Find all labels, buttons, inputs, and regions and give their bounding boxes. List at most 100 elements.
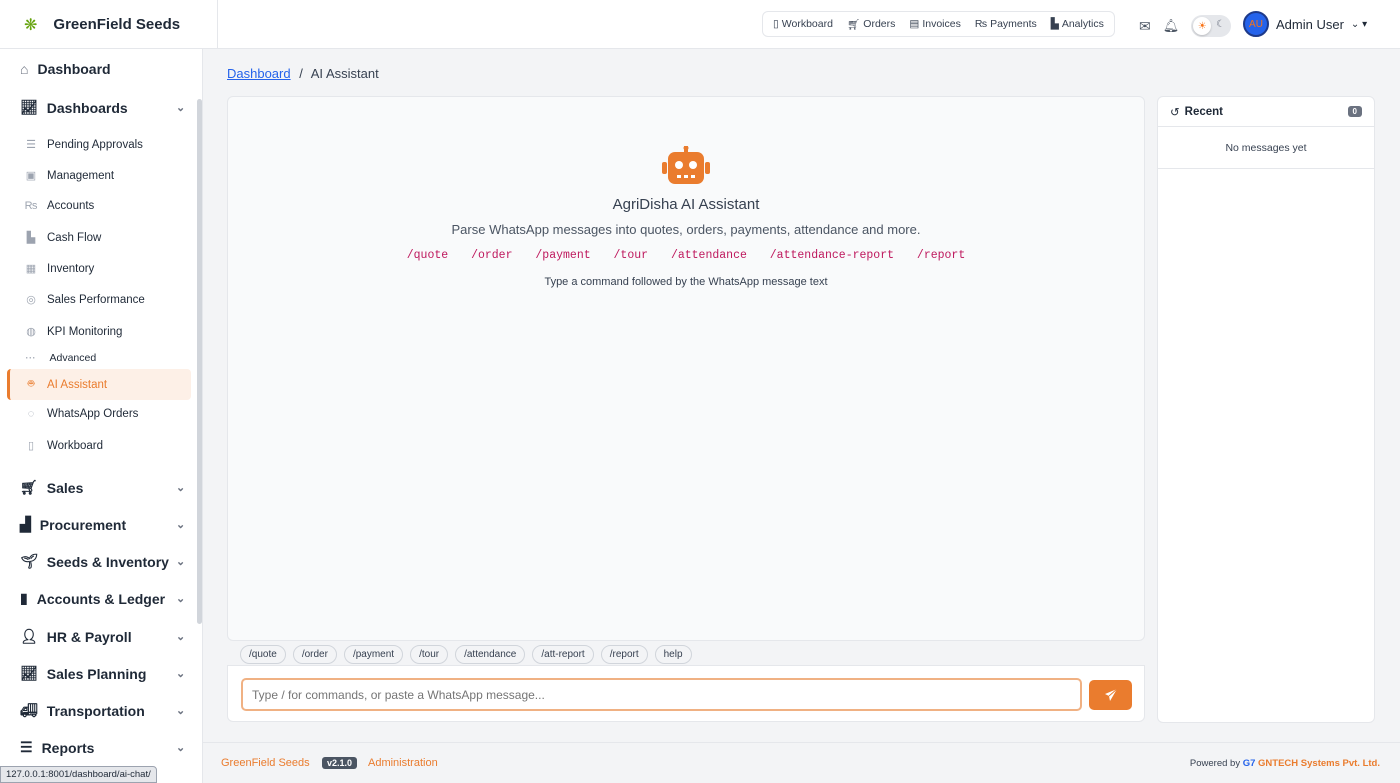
- sidebar-item-kpi-monitoring[interactable]: ◍ KPI Monitoring: [24, 325, 123, 339]
- chip-report[interactable]: /report: [600, 645, 648, 664]
- bell-icon[interactable]: 🔔︎: [1163, 18, 1180, 34]
- chip-order[interactable]: /order: [292, 645, 337, 664]
- sidebar-group-seeds-inventory[interactable]: 🌱︎ Seeds & Inventory ⌄: [20, 553, 185, 570]
- chevron-down-icon: ⌄: [176, 556, 186, 568]
- command-attendance: /attendance: [670, 249, 747, 262]
- dots-icon: ⋯: [25, 352, 36, 364]
- sidebar-item-accounts[interactable]: ₨ Accounts: [24, 200, 95, 212]
- logo-icon: ❋: [24, 16, 38, 34]
- sidebar-group-label: Seeds & Inventory: [46, 553, 169, 570]
- message-input[interactable]: [241, 678, 1082, 711]
- sidebar-item-cash-flow[interactable]: ▙ Cash Flow: [24, 231, 102, 245]
- recent-count-badge: 0: [1347, 106, 1362, 117]
- sidebar-item-label: KPI Monitoring: [47, 325, 123, 338]
- send-button[interactable]: [1089, 680, 1132, 710]
- sidebar-item-pending-approvals[interactable]: ☰ Pending Approvals: [24, 138, 143, 152]
- command-attendance-report: /attendance-report: [769, 249, 895, 262]
- sun-icon: ☀: [1193, 17, 1212, 35]
- footer: GreenField Seeds v2.1.0 Administration P…: [203, 742, 1400, 783]
- report-icon: ☰: [20, 739, 33, 755]
- clipboard-icon: ▯: [27, 440, 35, 452]
- section-label: Advanced: [49, 352, 97, 364]
- chart-icon: ▙: [1050, 18, 1059, 30]
- paper-plane-icon: [1104, 688, 1117, 701]
- sidebar-group-label: HR & Payroll: [46, 628, 132, 645]
- sidebar-scrollbar[interactable]: [197, 99, 202, 624]
- footer-brand[interactable]: GreenField Seeds: [221, 757, 310, 769]
- sidebar-item-dashboard[interactable]: ⌂ Dashboard: [20, 61, 111, 77]
- sidebar-group-hr-payroll[interactable]: 👤︎ HR & Payroll ⌄: [20, 628, 185, 645]
- recent-panel: ↺ Recent 0 No messages yet: [1157, 96, 1375, 723]
- command-order: /order: [471, 249, 513, 262]
- command-list: /quote /order /payment /tour /attendance…: [227, 249, 1145, 262]
- briefcase-icon: ▣: [25, 170, 37, 182]
- sidebar-item-label: Workboard: [47, 439, 104, 452]
- area-chart-icon: ▙: [26, 232, 36, 244]
- sidebar-group-sales[interactable]: 🛒︎ Sales ⌄: [20, 479, 185, 496]
- sidebar-group-accounts-ledger[interactable]: ▮ Accounts & Ledger ⌄: [20, 590, 185, 607]
- sidebar: ⌂ Dashboard 📈︎ Dashboards ⌄ ☰ Pending Approv…: [0, 49, 203, 783]
- assistant-description: Parse WhatsApp messages into quotes, ord…: [451, 222, 921, 237]
- topnav-invoices[interactable]: ▤ Invoices: [909, 18, 960, 30]
- sidebar-group-dashboards[interactable]: 📈︎ Dashboards ⌄: [20, 99, 185, 116]
- recent-title: Recent: [1184, 105, 1223, 118]
- chevron-down-icon: ⌄: [176, 102, 186, 114]
- top-nav: ▯ Workboard 🛒︎ Orders ▤ Invoices ₨ Payments …: [762, 11, 1115, 37]
- warehouse-icon: ▦: [25, 263, 37, 275]
- sidebar-group-reports[interactable]: ☰ Reports ⌄: [20, 739, 185, 756]
- topnav-orders[interactable]: 🛒︎ Orders: [847, 18, 895, 31]
- seedling-icon: 🌱︎: [20, 553, 38, 569]
- breadcrumb-dashboard-link[interactable]: Dashboard: [227, 66, 291, 81]
- recent-header: ↺ Recent 0: [1158, 97, 1374, 127]
- topnav-label: Analytics: [1061, 18, 1104, 30]
- sidebar-item-workboard[interactable]: ▯ Workboard: [24, 439, 104, 453]
- sidebar-item-label: Sales Performance: [47, 293, 145, 306]
- company-link[interactable]: GNTECH Systems Pvt. Ltd.: [1258, 758, 1380, 769]
- cart-icon: 🛒︎: [20, 479, 38, 495]
- chip-attendance[interactable]: /attendance: [455, 645, 526, 664]
- sidebar-item-sales-performance[interactable]: ◎ Sales Performance: [24, 293, 145, 307]
- home-icon: ⌂: [20, 61, 29, 77]
- chip-quote[interactable]: /quote: [240, 645, 286, 664]
- sidebar-item-label: Inventory: [47, 262, 95, 275]
- chevron-down-icon: ⌄: [176, 742, 186, 754]
- history-icon: ↺: [1170, 106, 1180, 119]
- command-tour: /tour: [613, 249, 649, 262]
- sidebar-item-inventory[interactable]: ▦ Inventory: [24, 262, 95, 276]
- sidebar-item-ai-assistant[interactable]: 🤖︎ AI Assistant: [24, 377, 107, 392]
- sidebar-group-label: Transportation: [46, 702, 145, 719]
- top-bar: ❋ GreenField Seeds ▯ Workboard 🛒︎ Orders ▤…: [0, 0, 1400, 49]
- topnav-payments[interactable]: ₨ Payments: [975, 18, 1037, 30]
- sidebar-item-label: WhatsApp Orders: [47, 408, 139, 420]
- sidebar-item-whatsapp-orders[interactable]: ◌ WhatsApp Orders: [24, 408, 139, 420]
- chip-att-report[interactable]: /att-report: [532, 645, 594, 664]
- chevron-down-icon: ⌄: [176, 519, 186, 531]
- sidebar-group-transportation[interactable]: 🚚︎ Transportation ⌄: [20, 702, 185, 719]
- sidebar-item-management[interactable]: ▣ Management: [24, 169, 114, 183]
- version-badge: v2.1.0: [322, 757, 358, 769]
- chip-payment[interactable]: /payment: [343, 645, 404, 664]
- topnav-analytics[interactable]: ▙ Analytics: [1051, 18, 1104, 30]
- topnav-label: Workboard: [781, 18, 833, 30]
- sidebar-section-advanced: ⋯ Advanced: [25, 352, 96, 364]
- robot-icon: 🤖︎: [27, 378, 35, 390]
- theme-toggle[interactable]: ☀ ☾: [1191, 15, 1232, 37]
- sidebar-group-sales-planning[interactable]: 📈︎ Sales Planning ⌄: [20, 665, 185, 682]
- chip-help[interactable]: help: [654, 645, 692, 664]
- clipboard-icon: ▯: [773, 18, 779, 30]
- mail-icon[interactable]: ✉: [1139, 18, 1151, 35]
- footer-admin-link[interactable]: Administration: [368, 757, 438, 769]
- sidebar-group-label: Sales: [46, 479, 84, 496]
- gntech-logo-icon: G7: [1242, 758, 1256, 769]
- topnav-workboard[interactable]: ▯ Workboard: [773, 18, 833, 30]
- sidebar-group-procurement[interactable]: ▟ Procurement ⌄: [20, 516, 185, 533]
- command-report: /report: [916, 249, 966, 262]
- user-menu[interactable]: AU Admin User ⌄ ▾: [1243, 11, 1367, 37]
- chevron-down-icon: ⌄: [176, 668, 186, 680]
- breadcrumb-separator: /: [299, 66, 303, 81]
- invoice-icon: ▤: [909, 18, 920, 30]
- whatsapp-icon: ◌: [27, 408, 35, 420]
- sidebar-item-label: Dashboard: [37, 61, 111, 77]
- brand[interactable]: ❋ GreenField Seeds: [0, 0, 218, 49]
- chip-tour[interactable]: /tour: [410, 645, 449, 664]
